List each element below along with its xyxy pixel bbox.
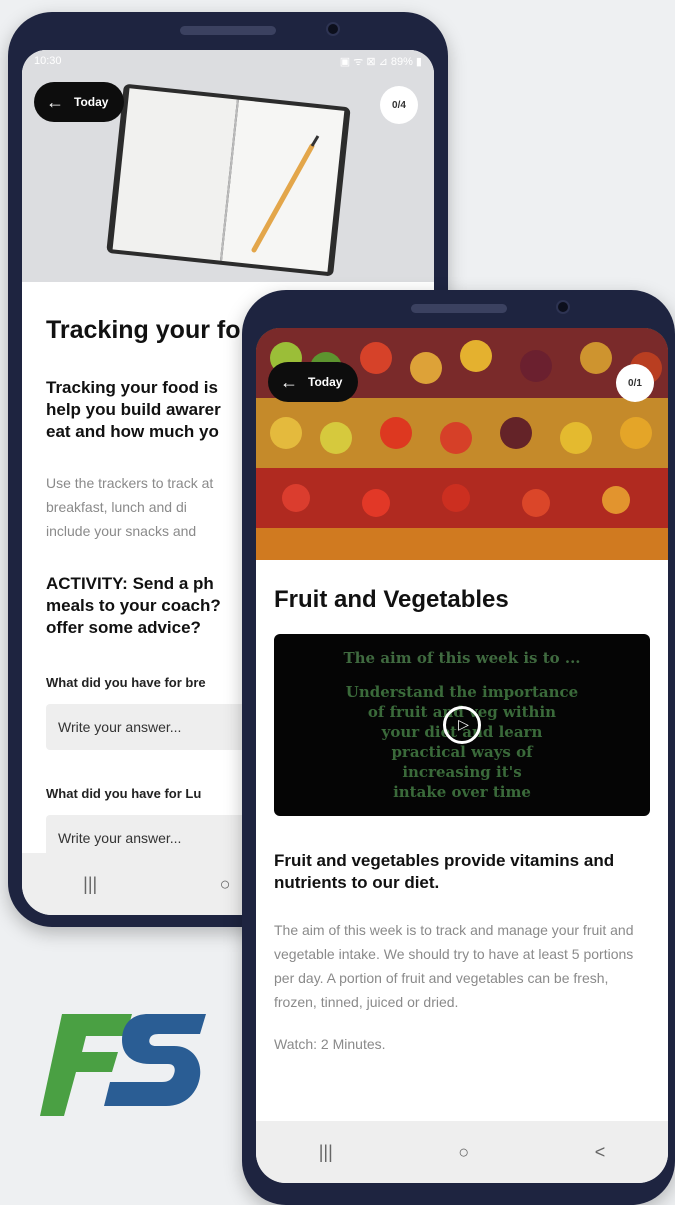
speaker-grille bbox=[180, 26, 276, 35]
lesson-subhead: Tracking your food is help you build awa… bbox=[46, 378, 221, 441]
speaker-grille bbox=[410, 304, 507, 313]
video-caption-line: intake over time bbox=[393, 783, 531, 801]
arrow-left-icon: ← bbox=[46, 92, 64, 112]
progress-counter: 0/4 bbox=[380, 86, 418, 124]
front-camera bbox=[326, 22, 340, 36]
back-today-button[interactable]: ← Today bbox=[268, 362, 359, 402]
lesson-body: The aim of this week is to track and man… bbox=[274, 922, 634, 1010]
front-camera bbox=[556, 300, 570, 314]
lesson-subhead: Fruit and vegetables provide vitamins an… bbox=[274, 851, 615, 892]
back-label: Today bbox=[74, 95, 109, 109]
activity-heading: ACTIVITY: Send a ph meals to your coach?… bbox=[46, 574, 221, 637]
phone-mockup-fruit-veg: ← Today 0/1 Fruit and Vegetables The aim… bbox=[242, 290, 675, 1205]
video-caption-line: The aim of this week is to ... bbox=[343, 649, 581, 667]
home-icon[interactable]: ○ bbox=[458, 1142, 469, 1163]
page-title: Fruit and Vegetables bbox=[274, 586, 509, 613]
status-bar: 10:30 ▣ ᯤ ⊠ ⊿ 89% ▮ bbox=[22, 50, 434, 72]
fs-logo bbox=[40, 1014, 206, 1116]
phone-screen: ← Today 0/1 Fruit and Vegetables The aim… bbox=[256, 328, 668, 1183]
home-icon[interactable]: ○ bbox=[220, 874, 231, 895]
back-nav-icon[interactable]: < bbox=[595, 1142, 606, 1163]
recent-apps-icon[interactable]: ||| bbox=[319, 1142, 333, 1163]
back-today-button[interactable]: ← Today bbox=[34, 82, 125, 122]
status-time: 10:30 bbox=[34, 55, 62, 67]
video-caption-line: increasing it's bbox=[402, 763, 522, 781]
back-label: Today bbox=[308, 375, 343, 389]
android-nav-bar: ||| ○ < bbox=[256, 1121, 668, 1183]
watch-duration: Watch: 2 Minutes. bbox=[274, 1036, 386, 1052]
lesson-content: Fruit and Vegetables The aim of this wee… bbox=[256, 586, 668, 1056]
progress-counter: 0/1 bbox=[616, 364, 654, 402]
play-icon[interactable]: ▷ bbox=[443, 706, 481, 744]
video-player[interactable]: The aim of this week is to ... Understan… bbox=[274, 634, 650, 816]
lesson-body: Use the trackers to track at breakfast, … bbox=[46, 475, 214, 539]
video-caption-line: practical ways of bbox=[391, 743, 533, 761]
status-icons: ▣ ᯤ ⊠ ⊿ 89% ▮ bbox=[339, 55, 422, 68]
video-caption-line: Understand the importance bbox=[345, 683, 579, 701]
arrow-left-icon: ← bbox=[280, 372, 298, 392]
recent-apps-icon[interactable]: ||| bbox=[83, 874, 97, 895]
